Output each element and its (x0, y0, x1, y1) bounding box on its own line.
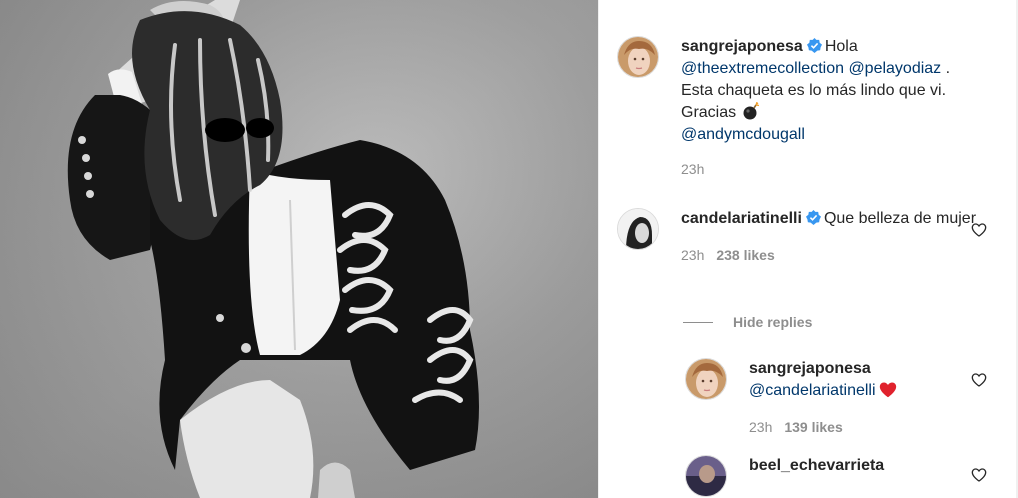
hide-replies-label: Hide replies (733, 314, 813, 330)
username[interactable]: sangrejaponesa (681, 38, 803, 55)
like-heart-icon[interactable] (971, 372, 987, 388)
avatar[interactable] (685, 358, 727, 400)
comment-text: Que belleza de mujer (823, 210, 977, 227)
post-image (0, 0, 598, 498)
hide-replies-button[interactable]: Hide replies (683, 314, 812, 330)
reply: sangrejaponesa @candelariatinelli 23h 13… (685, 358, 979, 438)
caption-text-gracias: Gracias (681, 104, 737, 121)
avatar[interactable] (617, 208, 659, 250)
like-heart-icon[interactable] (971, 222, 987, 238)
avatar[interactable] (617, 36, 659, 78)
divider-line (683, 321, 713, 323)
like-heart-icon[interactable] (971, 467, 987, 483)
post-photo[interactable] (0, 0, 598, 498)
likes-count[interactable]: 139 likes (784, 416, 842, 438)
caption-text-hola: Hola (824, 38, 858, 55)
username[interactable]: beel_echevarrieta (749, 455, 979, 477)
timestamp[interactable]: 23h (749, 416, 772, 438)
likes-count[interactable]: 238 likes (716, 244, 774, 266)
mention-link[interactable]: @andymcdougall (681, 124, 1001, 146)
caption-text-dot: . (945, 60, 951, 77)
mention-link[interactable]: @theextremecollection (681, 60, 844, 77)
verified-badge-icon (806, 38, 822, 53)
timestamp[interactable]: 23h (681, 244, 704, 266)
comments-panel: sangrejaponesa Hola @theextremecollection… (598, 0, 1018, 498)
red-heart-icon (879, 382, 896, 398)
avatar[interactable] (685, 455, 727, 497)
reply: beel_echevarrieta (685, 455, 979, 497)
caption: sangrejaponesa Hola @theextremecollection… (617, 36, 1001, 180)
verified-badge-icon (805, 210, 821, 225)
username[interactable]: sangrejaponesa (749, 358, 979, 380)
caption-text-line: Esta chaqueta es lo más lindo que vi. (681, 82, 947, 99)
mention-link[interactable]: @candelariatinelli (749, 382, 876, 399)
mention-link[interactable]: @pelayodiaz (848, 60, 941, 77)
timestamp[interactable]: 23h (681, 158, 704, 180)
bomb-icon (743, 102, 759, 120)
comment: candelariatinelli Que belleza de mujer 23… (617, 208, 981, 266)
username[interactable]: candelariatinelli (681, 210, 802, 227)
